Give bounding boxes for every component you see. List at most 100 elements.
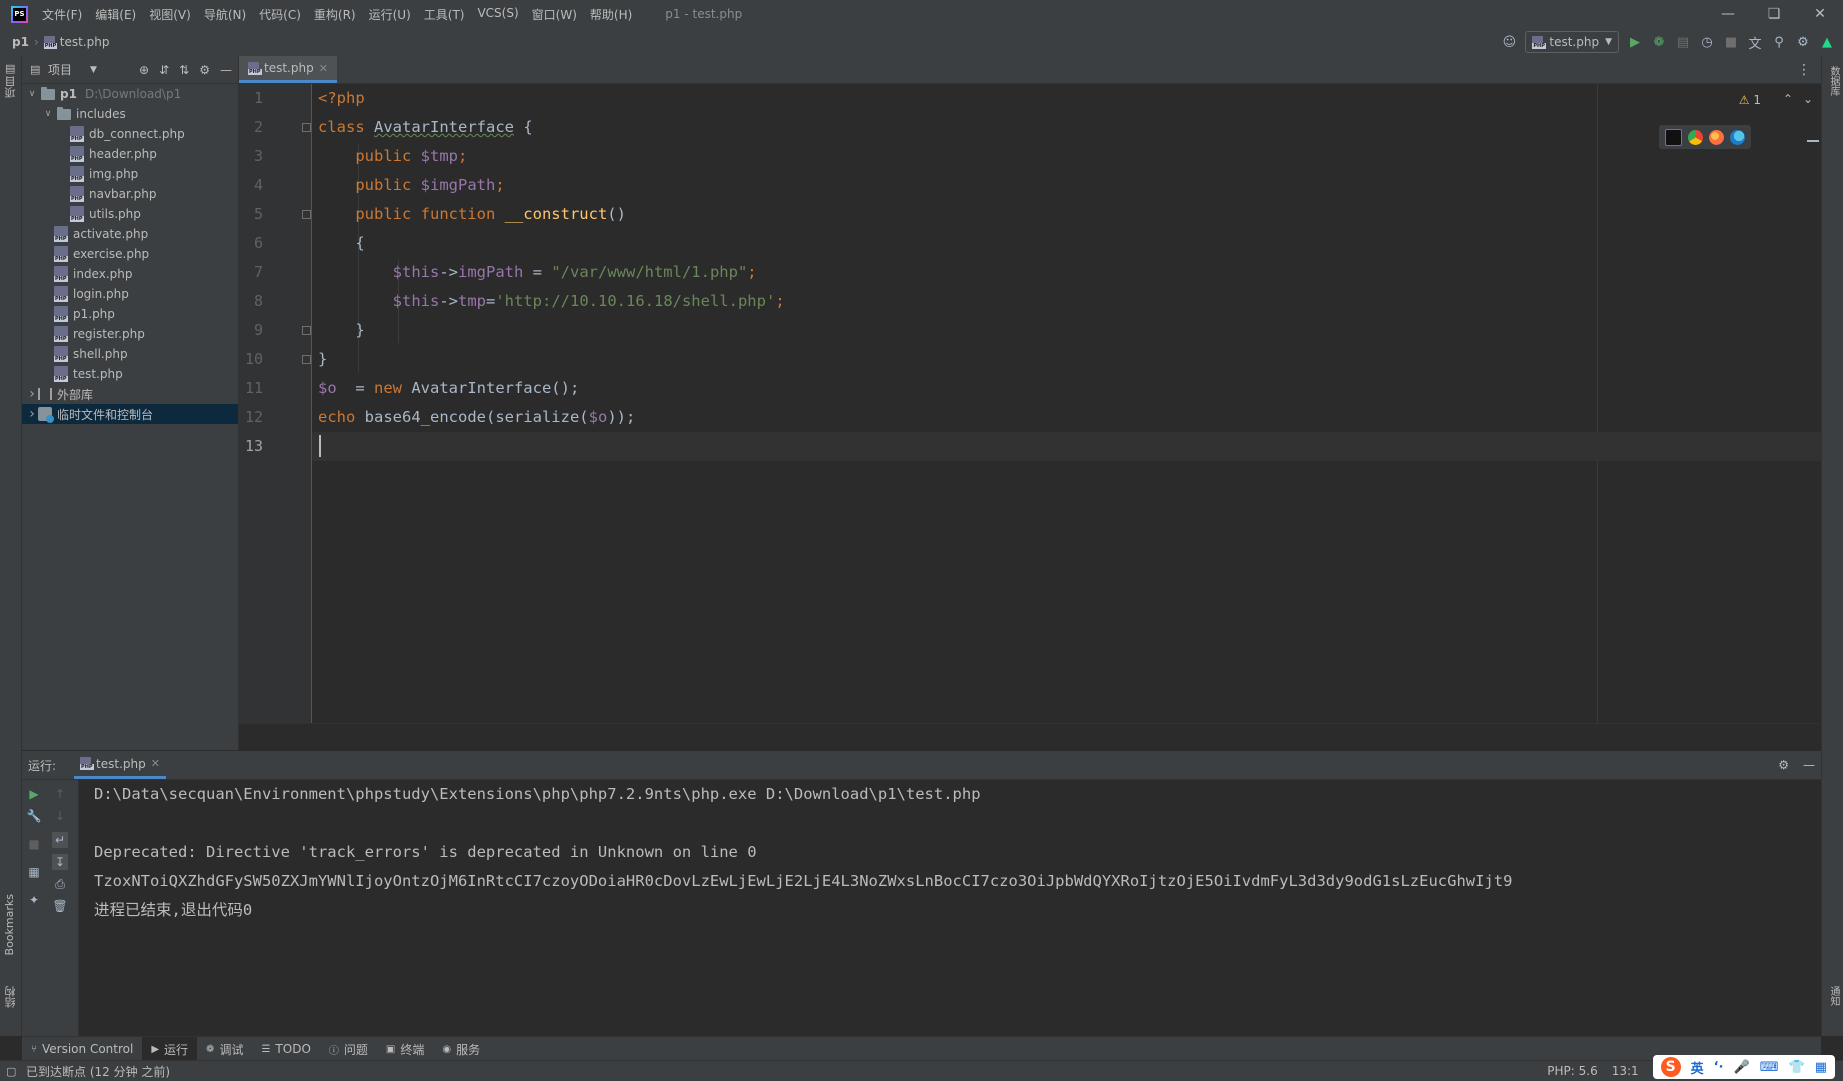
file-tree-item[interactable]: header.php [22, 144, 238, 164]
wrench-icon[interactable]: 🔧 [26, 808, 42, 824]
fold-icon[interactable] [302, 210, 311, 219]
run-icon[interactable]: ▶ [1627, 34, 1643, 50]
scroll-to-end-icon[interactable]: ↧ [52, 854, 68, 870]
file-tree-item[interactable]: utils.php [22, 204, 238, 224]
file-tree-item[interactable]: navbar.php [22, 184, 238, 204]
chevron-up-icon[interactable]: ⌃ [1783, 92, 1793, 106]
editor-tab[interactable]: test.php ✕ [239, 56, 337, 83]
toolwindow-problems[interactable]: ⓘ 问题 [320, 1037, 377, 1061]
arrow-down-icon[interactable]: ↓ [52, 808, 68, 824]
console-output[interactable]: D:\Data\secquan\Environment\phpstudy\Ext… [94, 780, 1821, 1036]
print-icon[interactable]: ⎙ [52, 876, 68, 892]
expand-all-icon[interactable]: ⇵ [159, 63, 169, 77]
toolwindow-list[interactable]: ☰ TODO [252, 1037, 319, 1061]
file-tree-item[interactable]: shell.php [22, 344, 238, 364]
stop-icon[interactable]: ■ [1723, 34, 1739, 50]
horizontal-scrollbar[interactable] [239, 723, 1821, 750]
pin-icon[interactable]: ✦ [26, 892, 42, 908]
chevron-right-icon[interactable]: › [26, 406, 38, 422]
file-tree-item[interactable]: register.php [22, 324, 238, 344]
file-tree-item[interactable]: test.php [22, 364, 238, 384]
menu-item[interactable]: 代码(C) [259, 6, 301, 23]
translate-icon[interactable]: 文 [1747, 34, 1763, 52]
menu-item[interactable]: 文件(F) [42, 6, 82, 23]
file-tree-item[interactable]: db_connect.php [22, 124, 238, 144]
gear-icon[interactable]: ⚙ [1795, 34, 1811, 50]
gear-icon[interactable]: ⚙ [1778, 758, 1789, 772]
menu-item[interactable]: 帮助(H) [590, 6, 632, 23]
notifications-toolwindow-label[interactable]: 通知 [1826, 986, 1841, 1006]
folder-tree-item[interactable]: › 外部库 [22, 384, 238, 404]
coverage-icon[interactable]: ▤ [1675, 34, 1691, 50]
structure-toolwindow-label[interactable]: 结构 [3, 986, 19, 1008]
skin-icon[interactable]: 👕 [1789, 1060, 1805, 1075]
file-tree-item[interactable]: activate.php [22, 224, 238, 244]
search-icon[interactable]: ⚲ [1771, 34, 1787, 50]
file-tree-item[interactable]: login.php [22, 284, 238, 304]
jetbrains-icon[interactable]: ▲ [1819, 34, 1835, 50]
close-icon[interactable]: ✕ [151, 757, 160, 770]
more-options-icon[interactable]: ⋮ [1797, 62, 1811, 78]
close-icon[interactable]: ✕ [1797, 0, 1843, 28]
file-tree-item[interactable]: index.php [22, 264, 238, 284]
chevron-down-icon[interactable]: ∨ [42, 109, 54, 119]
grid-icon[interactable]: ▦ [1815, 1060, 1827, 1075]
run-configuration-select[interactable]: test.php ▼ [1525, 31, 1619, 53]
debug-icon[interactable]: ❁ [1651, 34, 1667, 50]
toolwindow-services[interactable]: ◉ 服务 [433, 1037, 489, 1061]
phpstorm-browser-icon[interactable] [1665, 128, 1682, 146]
edge-icon[interactable] [1730, 129, 1745, 145]
folder-tree-item[interactable]: ∨ includes [22, 104, 238, 124]
gear-icon[interactable]: ⚙ [199, 63, 210, 77]
chevron-down-icon[interactable]: ▼ [90, 65, 97, 75]
close-icon[interactable]: ✕ [319, 62, 328, 75]
database-toolwindow-label[interactable]: 数据库 [1826, 66, 1841, 96]
project-panel-title[interactable]: 项目 [48, 61, 72, 78]
fold-icon[interactable] [302, 355, 311, 364]
user-icon[interactable]: ☺ [1501, 34, 1517, 50]
project-toolwindow-label[interactable]: 项目 [3, 76, 19, 98]
breadcrumb-project[interactable]: p1 [12, 35, 29, 49]
file-tree-item[interactable]: img.php [22, 164, 238, 184]
run-tab[interactable]: test.php ✕ [74, 751, 166, 779]
toolwindow-run[interactable]: ▶ 运行 [142, 1037, 198, 1061]
project-toolwindow-icon[interactable]: ▤ [5, 62, 15, 75]
chevron-down-icon[interactable]: ⌄ [1803, 92, 1813, 106]
folder-tree-item[interactable]: › 临时文件和控制台 [22, 404, 238, 424]
stop-icon[interactable]: ■ [26, 836, 42, 852]
layout-icon[interactable]: ▦ [26, 864, 42, 880]
breadcrumb-file[interactable]: test.php [60, 35, 110, 49]
chrome-icon[interactable] [1688, 129, 1703, 145]
file-tree-item[interactable]: p1.php [22, 304, 238, 324]
php-language-level[interactable]: PHP: 5.6 [1547, 1064, 1597, 1078]
soft-wrap-icon[interactable]: ↵ [52, 832, 68, 848]
locate-file-icon[interactable]: ⊕ [139, 63, 149, 77]
menu-item[interactable]: 工具(T) [424, 6, 465, 23]
restore-icon[interactable]: ❏ [1751, 0, 1797, 28]
folder-tree-item[interactable]: ∨ p1 D:\Download\p1 [22, 84, 238, 104]
inspection-widget[interactable]: ⚠ 1 [1739, 93, 1761, 107]
code-area[interactable]: <?php class AvatarInterface { public $tmp… [312, 84, 1821, 724]
hide-panel-icon[interactable]: — [1803, 758, 1815, 772]
toolwindow-debug[interactable]: ❁ 调试 [197, 1037, 252, 1061]
caret-position[interactable]: 13:1 [1612, 1064, 1639, 1078]
menu-item[interactable]: 导航(N) [204, 6, 246, 23]
fold-icon[interactable] [302, 326, 311, 335]
file-tree-item[interactable]: exercise.php [22, 244, 238, 264]
menu-item[interactable]: 重构(R) [314, 6, 356, 23]
menu-item[interactable]: 运行(U) [369, 6, 411, 23]
minimize-icon[interactable]: — [1705, 0, 1751, 28]
ime-mode[interactable]: 英 [1691, 1058, 1704, 1077]
trash-icon[interactable]: 🗑 [52, 898, 68, 914]
arrow-up-icon[interactable]: ↑ [52, 786, 68, 802]
status-panel-icon[interactable]: ▢ [6, 1065, 16, 1078]
chevron-right-icon[interactable]: › [26, 386, 38, 402]
microphone-icon[interactable]: 🎤 [1734, 1060, 1750, 1075]
profiler-icon[interactable]: ◷ [1699, 34, 1715, 50]
firefox-icon[interactable] [1709, 129, 1724, 145]
rerun-icon[interactable]: ▶ [26, 786, 42, 802]
punctuation-icon[interactable]: ‘⋅ [1714, 1060, 1724, 1075]
menu-item[interactable]: 视图(V) [149, 6, 191, 23]
toolwindow-branch[interactable]: ⑂ Version Control [22, 1037, 142, 1061]
status-message[interactable]: 已到达断点 (12 分钟 之前) [26, 1063, 170, 1080]
